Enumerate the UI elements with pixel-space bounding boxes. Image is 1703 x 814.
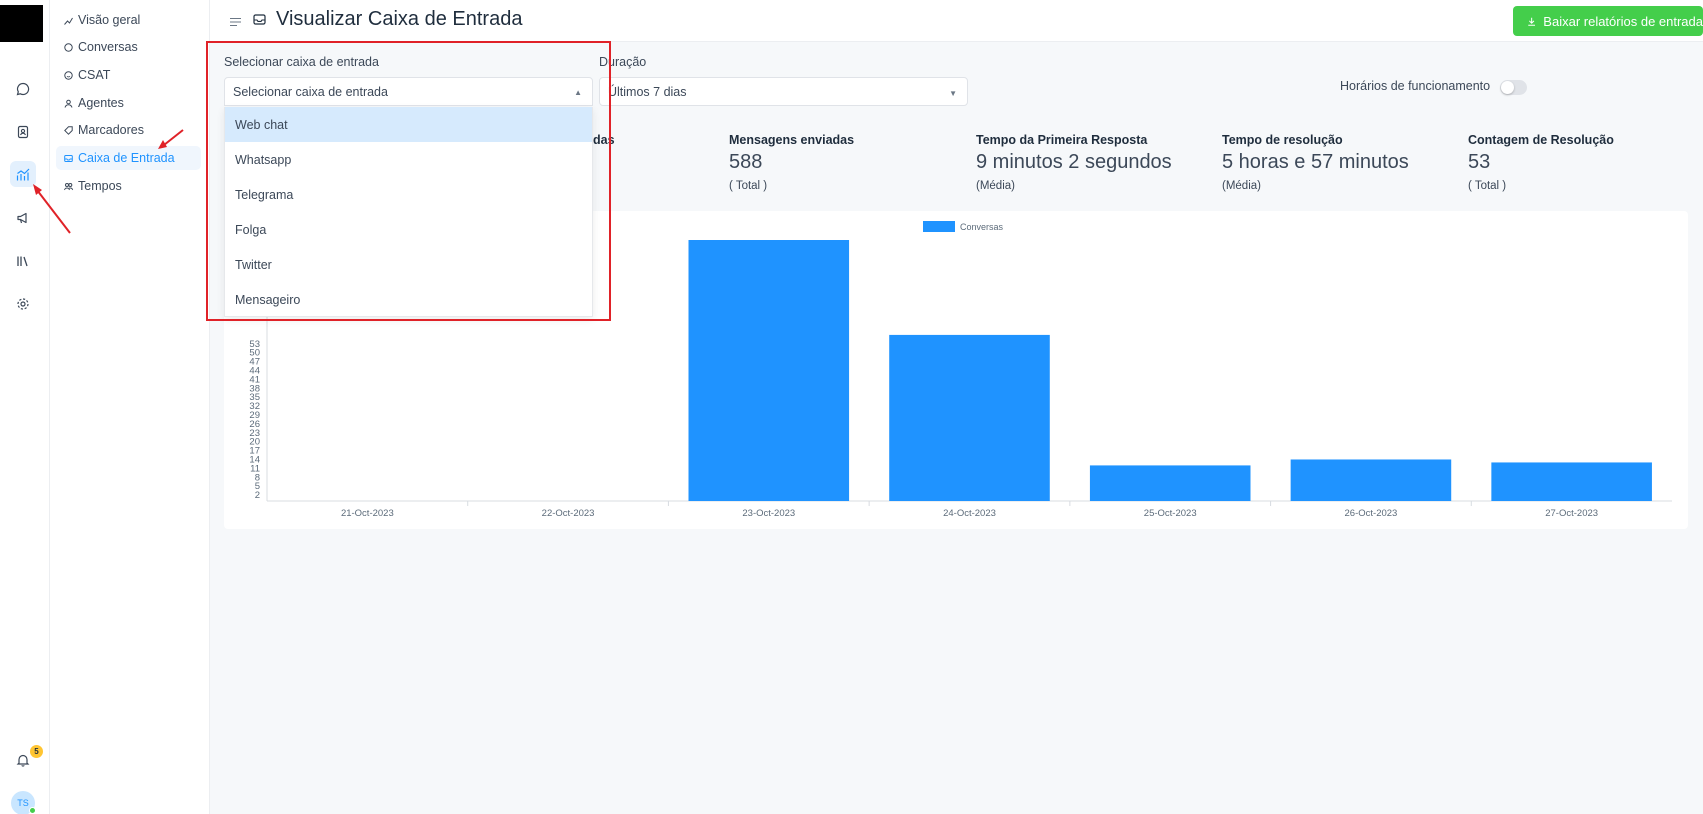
reports-icon[interactable] [10, 161, 36, 187]
sidebar-item-tags[interactable]: Marcadores [56, 118, 250, 142]
sidebar-item-csat[interactable]: CSAT [56, 63, 250, 87]
settings-icon[interactable] [10, 291, 36, 317]
duration-label: Duração [599, 55, 647, 69]
business-hours-label: Horários de funcionamento [1340, 79, 1491, 93]
metric-subtitle: ( Total ) [729, 180, 768, 192]
chat-icon[interactable] [10, 76, 36, 102]
metric-title-fragment: das [593, 133, 615, 147]
toggle-knob [1501, 81, 1514, 94]
page-title: Visualizar Caixa de Entrada [276, 8, 523, 30]
inbox-option-mensageiro[interactable]: Mensageiro [225, 282, 592, 316]
notification-count-badge: 5 [30, 745, 43, 758]
legend-swatch [923, 221, 955, 232]
download-inbox-reports-button[interactable]: Baixar relatórios de entrada [1513, 6, 1703, 36]
metric-first-response-time[interactable]: Tempo da Primeira Resposta 9 minutos 2 s… [976, 133, 1172, 192]
online-status-dot [29, 807, 36, 814]
inbox-option-folga[interactable]: Folga [225, 212, 592, 247]
metric-title: Contagem de Resolução [1468, 133, 1614, 147]
sidebar-item-label: Conversas [78, 40, 138, 54]
brand-logo[interactable] [0, 5, 43, 42]
page-header: Visualizar Caixa de Entrada Baixar relat… [210, 0, 1703, 42]
campaign-icon[interactable] [10, 205, 36, 231]
legend-label: Conversas [960, 221, 1004, 232]
library-icon[interactable] [10, 248, 36, 274]
sidebar-item-label: Marcadores [78, 123, 144, 137]
sidebar-item-teams[interactable]: Tempos [56, 174, 250, 198]
agents-icon [63, 98, 73, 108]
tag-icon [63, 125, 73, 135]
inbox-dropdown-menu: Web chat Whatsapp Telegrama Folga Twitter Men… [224, 107, 593, 317]
sidebar-item-label: Visão geral [78, 13, 141, 27]
metric-resolution-count[interactable]: Contagem de Resolução 53 ( Total ) [1468, 133, 1614, 192]
metric-messages-sent[interactable]: Mensagens enviadas 588 ( Total ) [729, 133, 854, 192]
sidebar-item-agents[interactable]: Agentes [56, 91, 250, 115]
metric-value: 588 [729, 151, 763, 173]
metric-subtitle: (Média) [1222, 180, 1261, 192]
inbox-option-telegrama[interactable]: Telegrama [225, 177, 592, 212]
sidebar-item-label: Tempos [78, 179, 122, 193]
metric-title: Mensagens enviadas [729, 133, 855, 147]
inbox-icon [63, 153, 73, 163]
inbox-option-web-chat[interactable]: Web chat [225, 107, 592, 142]
inbox-select[interactable]: Selecionar caixa de entrada ▲ [224, 77, 593, 106]
metric-subtitle: ( Total ) [1468, 180, 1507, 192]
metric-title: Tempo de resolução [1222, 133, 1343, 147]
metric-value: 53 [1468, 151, 1491, 173]
metric-value: 5 horas e 57 minutos [1222, 151, 1409, 173]
inbox-select-label: Selecionar caixa de entrada [224, 55, 379, 69]
metric-value: 9 minutos 2 segundos [976, 151, 1172, 173]
duration-select[interactable]: Últimos 7 dias ▼ [599, 77, 968, 106]
chevron-up-icon: ▲ [574, 88, 582, 97]
chart-legend[interactable]: Conversas [923, 221, 1003, 232]
metric-title: Tempo da Primeira Resposta [976, 133, 1148, 147]
sidebar-item-label: CSAT [78, 68, 111, 82]
metric-partial: das [593, 133, 615, 147]
sidebar-item-inbox[interactable]: Caixa de Entrada [56, 146, 201, 170]
csat-icon [63, 70, 73, 80]
inbox-option-twitter[interactable]: Twitter [225, 247, 592, 282]
metric-subtitle: (Média) [976, 180, 1015, 192]
inbox-icon [253, 13, 266, 31]
primary-sidebar: 5 TS [0, 0, 50, 814]
inbox-option-whatsapp[interactable]: Whatsapp [225, 142, 592, 177]
contacts-icon[interactable] [10, 119, 36, 145]
sidebar-item-label: Caixa de Entrada [78, 151, 175, 165]
duration-select-value: Últimos 7 dias [608, 84, 687, 99]
teams-icon [63, 181, 73, 191]
inbox-select-placeholder: Selecionar caixa de entrada [233, 84, 388, 99]
download-icon [1528, 17, 1536, 26]
sidebar-item-label: Agentes [78, 96, 124, 110]
chevron-down-icon: ▼ [949, 89, 957, 98]
download-button-label: Baixar relatórios de entrada [1543, 13, 1703, 29]
overview-icon [63, 15, 73, 25]
business-hours-toggle[interactable] [1500, 80, 1527, 95]
reports-sidebar: Visão geral Conversas CSAT Agentes Marca… [50, 0, 210, 814]
metric-resolution-time[interactable]: Tempo de resolução 5 horas e 57 minutos … [1222, 133, 1409, 192]
conversations-icon [63, 42, 73, 52]
menu-toggle-icon[interactable] [230, 14, 241, 32]
